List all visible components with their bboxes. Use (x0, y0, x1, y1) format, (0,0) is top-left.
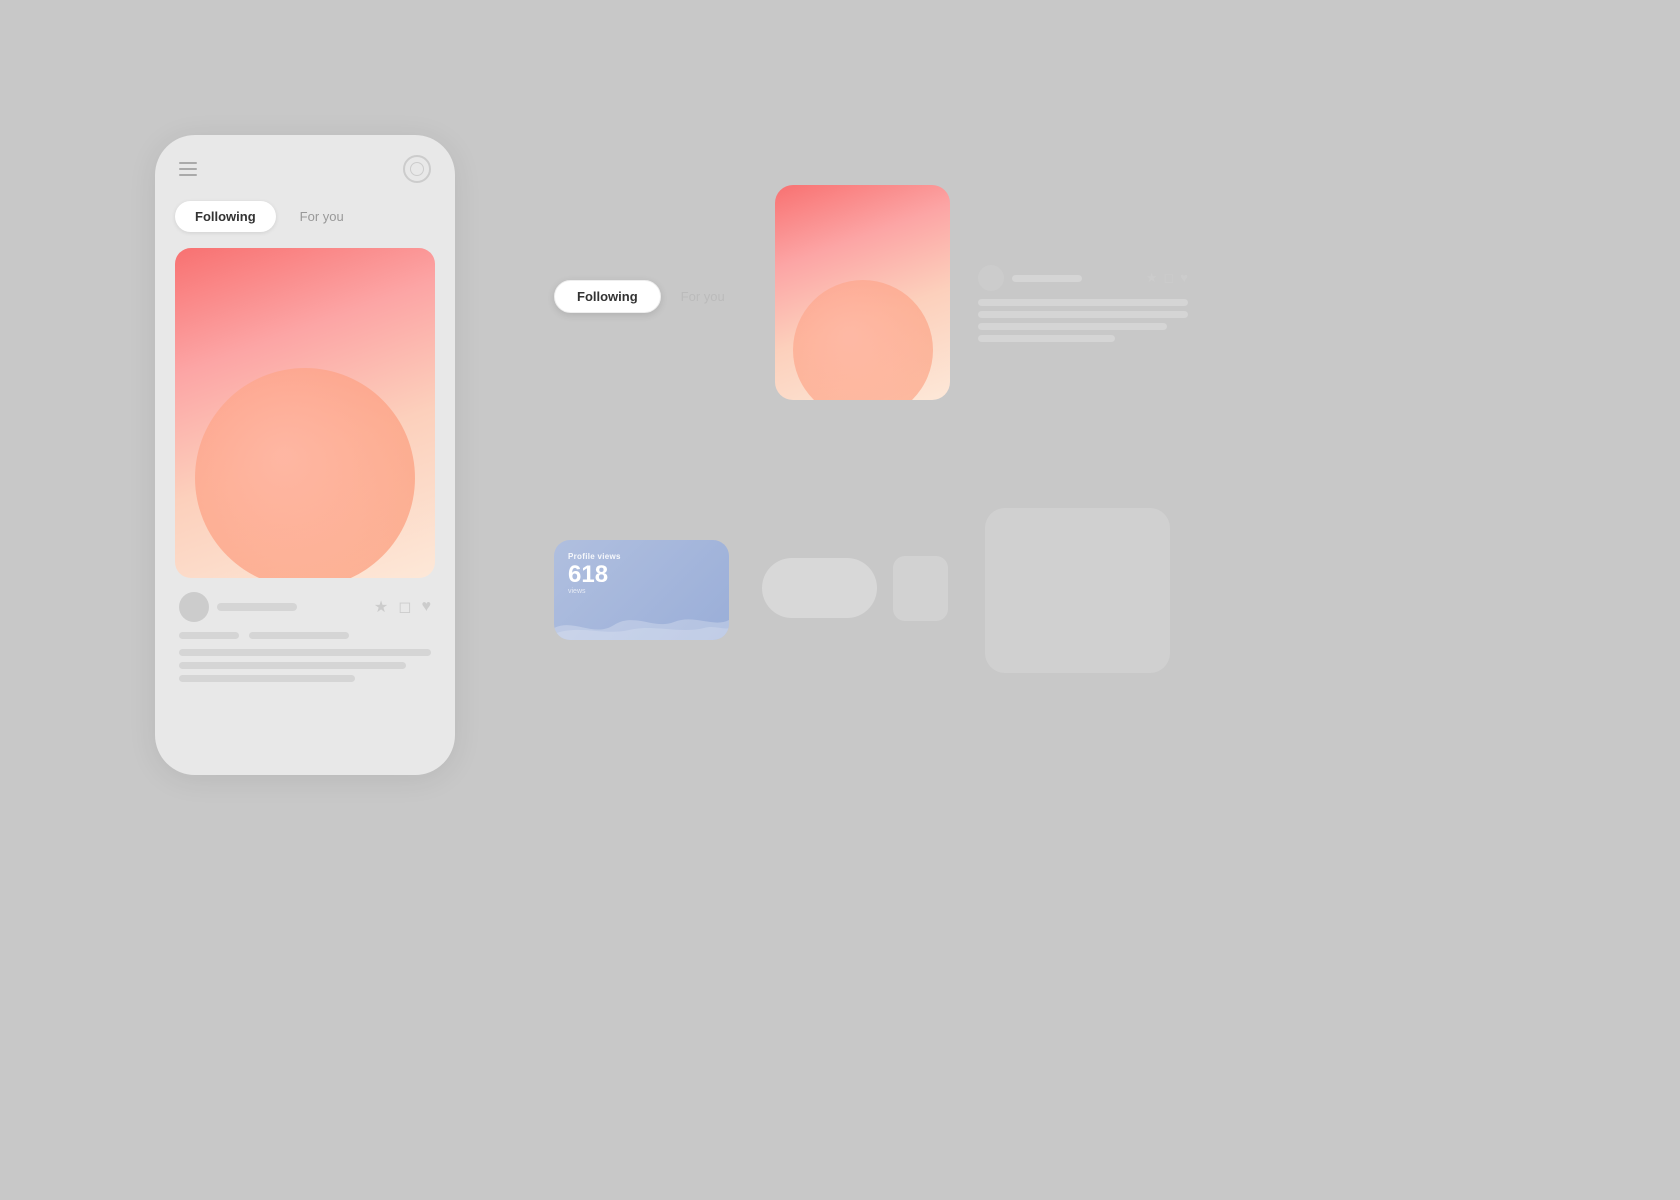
post-meta: ★ ◻ ♥ (179, 592, 431, 622)
review-line-1 (978, 299, 1188, 306)
large-rect-bottom-right (985, 508, 1170, 673)
floating-following-pill[interactable]: Following (554, 280, 661, 313)
large-gradient (775, 185, 950, 400)
stat-label: Profile views (568, 552, 715, 561)
oval-button[interactable] (762, 558, 877, 618)
phone-header (175, 155, 435, 183)
globe-icon[interactable] (403, 155, 431, 183)
post-lines (179, 632, 431, 682)
large-image-card (775, 185, 950, 400)
review-card: ★ ◻ ♥ (978, 265, 1188, 342)
star-icon[interactable]: ★ (374, 597, 388, 617)
username-bar (217, 603, 297, 611)
post-title-row (179, 632, 431, 639)
phone-mockup: Following For you ★ ◻ ♥ (155, 135, 455, 775)
title-line-2 (249, 632, 349, 639)
feed-gradient (175, 248, 435, 578)
comment-icon[interactable]: ◻ (398, 597, 411, 617)
avatar (179, 592, 209, 622)
heart-icon[interactable]: ♥ (422, 598, 432, 616)
large-circle (793, 280, 933, 400)
feed-circle (195, 368, 415, 578)
hamburger-icon[interactable] (179, 162, 197, 176)
review-star-icon[interactable]: ★ (1146, 270, 1158, 286)
small-rect (893, 556, 948, 621)
phone-tab-bar: Following For you (175, 201, 435, 232)
review-line-3 (978, 323, 1167, 330)
floating-tab-bar: Following For you (554, 280, 725, 313)
desc-line-1 (179, 649, 431, 656)
title-line-1 (179, 632, 239, 639)
review-line-2 (978, 311, 1188, 318)
stat-value: 618 (568, 562, 715, 588)
wave-svg (554, 600, 729, 640)
review-user-row: ★ ◻ ♥ (978, 265, 1188, 291)
review-line-4 (978, 335, 1115, 342)
review-icons: ★ ◻ ♥ (1146, 270, 1188, 286)
review-name-bar (1012, 275, 1082, 282)
action-icons: ★ ◻ ♥ (374, 597, 431, 617)
review-heart-icon[interactable]: ♥ (1180, 270, 1188, 286)
phone-feed-image (175, 248, 435, 578)
stat-card-wrapper: Profile views 618 views (554, 540, 729, 640)
post-meta-left (179, 592, 374, 622)
desc-line-2 (179, 662, 406, 669)
floating-for-you-label[interactable]: For you (681, 289, 725, 304)
review-avatar (978, 265, 1004, 291)
stat-card: Profile views 618 views (554, 540, 729, 640)
review-user-left (978, 265, 1082, 291)
phone-footer: ★ ◻ ♥ (175, 592, 435, 682)
review-lines (978, 299, 1188, 342)
stat-sub: views (568, 588, 715, 595)
phone-tab-for-you[interactable]: For you (290, 201, 354, 232)
review-comment-icon[interactable]: ◻ (1163, 270, 1174, 286)
desc-line-3 (179, 675, 355, 682)
phone-tab-following[interactable]: Following (175, 201, 276, 232)
